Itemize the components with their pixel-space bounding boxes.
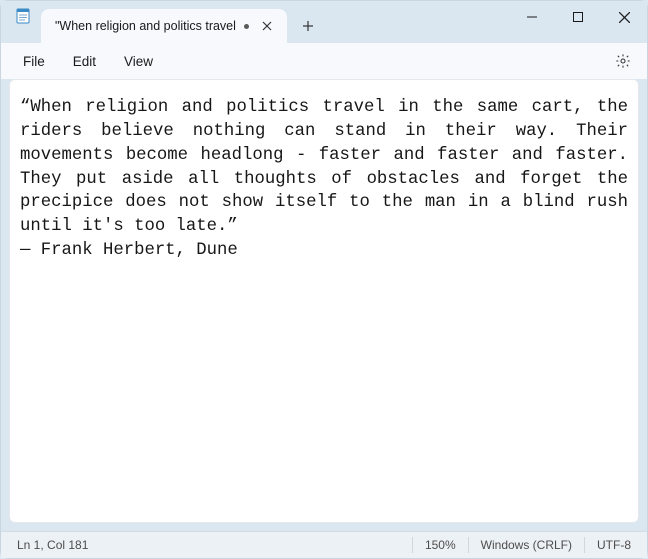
close-icon <box>619 12 630 23</box>
modified-indicator-icon <box>244 24 249 29</box>
new-tab-button[interactable] <box>291 9 325 43</box>
minimize-icon <box>527 12 537 22</box>
maximize-button[interactable] <box>555 1 601 33</box>
editor-content[interactable]: “When religion and politics travel in th… <box>20 96 628 263</box>
close-icon <box>262 21 272 31</box>
tab-title: "When religion and politics travel <box>55 19 236 33</box>
settings-button[interactable] <box>607 45 639 77</box>
status-bar: Ln 1, Col 181 150% Windows (CRLF) UTF-8 <box>1 531 647 558</box>
tab-active[interactable]: "When religion and politics travel <box>41 9 287 43</box>
plus-icon <box>302 20 314 32</box>
menu-view[interactable]: View <box>110 48 167 75</box>
status-encoding[interactable]: UTF-8 <box>585 532 643 558</box>
menu-edit[interactable]: Edit <box>59 48 110 75</box>
editor-area[interactable]: “When religion and politics travel in th… <box>9 79 639 523</box>
maximize-icon <box>573 12 583 22</box>
title-bar: "When religion and politics travel <box>1 1 647 43</box>
tab-close-button[interactable] <box>257 16 277 36</box>
close-window-button[interactable] <box>601 1 647 33</box>
gear-icon <box>615 53 631 69</box>
menu-file[interactable]: File <box>9 48 59 75</box>
notepad-app-icon <box>15 8 31 24</box>
minimize-button[interactable] <box>509 1 555 33</box>
window-controls <box>509 1 647 43</box>
status-zoom[interactable]: 150% <box>413 532 468 558</box>
status-line-ending[interactable]: Windows (CRLF) <box>469 532 584 558</box>
status-cursor-position: Ln 1, Col 181 <box>5 532 100 558</box>
menu-bar: File Edit View <box>1 43 647 79</box>
